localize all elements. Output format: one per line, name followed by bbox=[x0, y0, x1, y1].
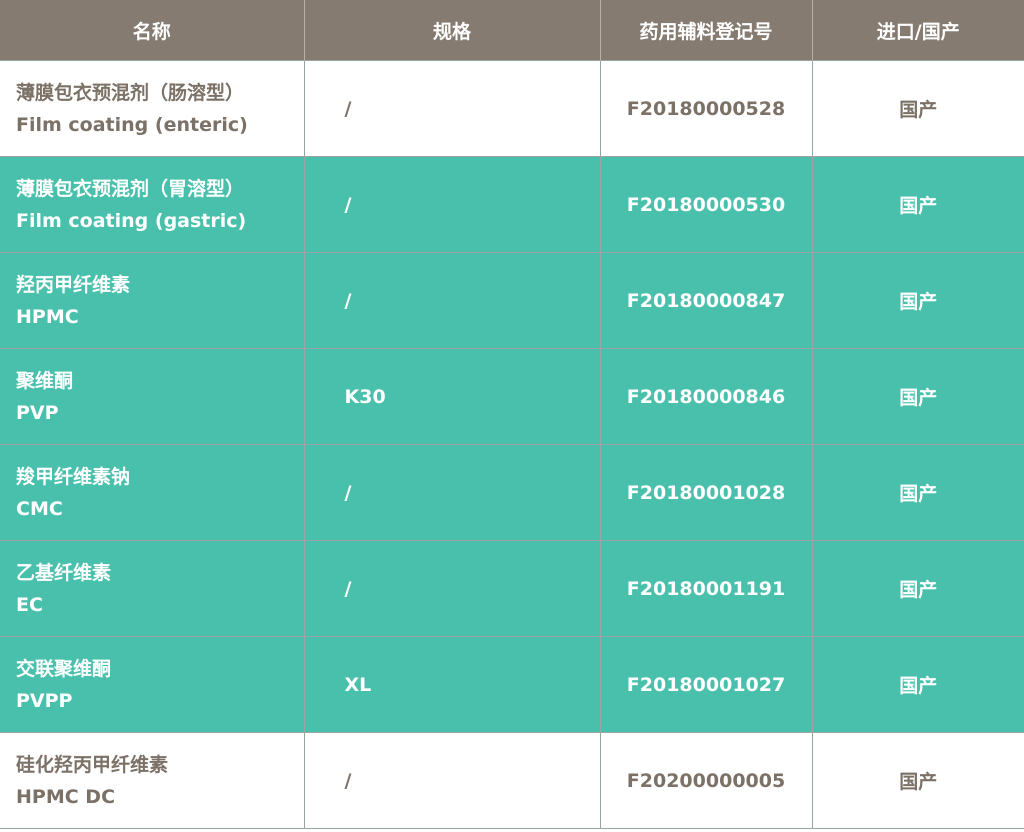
name-cell: 聚维酮 PVP bbox=[0, 348, 305, 445]
name-cell: 薄膜包衣预混剂（胃溶型） Film coating (gastric) bbox=[0, 156, 305, 253]
origin-cell: 国产 bbox=[812, 252, 1024, 349]
registration-cell: F20180000530 bbox=[600, 156, 813, 253]
header-name: 名称 bbox=[0, 0, 305, 61]
name-cn: 羧甲纤维素钠 bbox=[16, 465, 131, 488]
table-row: 聚维酮 PVP K30 F20180000846 国产 bbox=[0, 348, 1024, 445]
spec-cell: / bbox=[304, 156, 601, 253]
name-cn: 乙基纤维素 bbox=[16, 561, 112, 584]
spec-cell: / bbox=[304, 60, 601, 157]
registration-cell: F20180001028 bbox=[600, 444, 813, 541]
name-en: PVPP bbox=[16, 689, 73, 712]
name-cell: 硅化羟丙甲纤维素 HPMC DC bbox=[0, 732, 305, 829]
registration-cell: F20180000846 bbox=[600, 348, 813, 445]
name-cn: 羟丙甲纤维素 bbox=[16, 273, 131, 296]
header-registration: 药用辅料登记号 bbox=[600, 0, 813, 61]
name-en: Film coating (gastric) bbox=[16, 209, 247, 232]
name-en: EC bbox=[16, 593, 43, 616]
registration-cell: F20200000005 bbox=[600, 732, 813, 829]
origin-cell: 国产 bbox=[812, 732, 1024, 829]
name-en: HPMC DC bbox=[16, 785, 116, 808]
name-cell: 羧甲纤维素钠 CMC bbox=[0, 444, 305, 541]
name-en: Film coating (enteric) bbox=[16, 113, 248, 136]
name-en: PVP bbox=[16, 401, 59, 424]
table-header-row: 名称 规格 药用辅料登记号 进口/国产 bbox=[0, 0, 1024, 61]
name-cell: 交联聚维酮 PVPP bbox=[0, 636, 305, 733]
origin-cell: 国产 bbox=[812, 636, 1024, 733]
spec-cell: / bbox=[304, 540, 601, 637]
origin-cell: 国产 bbox=[812, 444, 1024, 541]
origin-cell: 国产 bbox=[812, 156, 1024, 253]
registration-cell: F20180000847 bbox=[600, 252, 813, 349]
table-row: 薄膜包衣预混剂（胃溶型） Film coating (gastric) / F2… bbox=[0, 156, 1024, 253]
name-en: HPMC bbox=[16, 305, 79, 328]
registration-cell: F20180001027 bbox=[600, 636, 813, 733]
registration-cell: F20180000528 bbox=[600, 60, 813, 157]
excipient-table: 名称 规格 药用辅料登记号 进口/国产 薄膜包衣预混剂（肠溶型） Film co… bbox=[0, 0, 1024, 829]
table-row: 羧甲纤维素钠 CMC / F20180001028 国产 bbox=[0, 444, 1024, 541]
origin-cell: 国产 bbox=[812, 348, 1024, 445]
name-cell: 薄膜包衣预混剂（肠溶型） Film coating (enteric) bbox=[0, 60, 305, 157]
spec-cell: / bbox=[304, 732, 601, 829]
table-row: 硅化羟丙甲纤维素 HPMC DC / F20200000005 国产 bbox=[0, 732, 1024, 829]
table-row: 乙基纤维素 EC / F20180001191 国产 bbox=[0, 540, 1024, 637]
name-cn: 硅化羟丙甲纤维素 bbox=[16, 753, 169, 776]
name-cn: 交联聚维酮 bbox=[16, 657, 112, 680]
table-row: 薄膜包衣预混剂（肠溶型） Film coating (enteric) / F2… bbox=[0, 60, 1024, 157]
spec-cell: K30 bbox=[304, 348, 601, 445]
name-cell: 羟丙甲纤维素 HPMC bbox=[0, 252, 305, 349]
spec-cell: XL bbox=[304, 636, 601, 733]
header-origin: 进口/国产 bbox=[812, 0, 1024, 61]
registration-cell: F20180001191 bbox=[600, 540, 813, 637]
origin-cell: 国产 bbox=[812, 60, 1024, 157]
table-row: 羟丙甲纤维素 HPMC / F20180000847 国产 bbox=[0, 252, 1024, 349]
spec-cell: / bbox=[304, 252, 601, 349]
name-en: CMC bbox=[16, 497, 63, 520]
spec-cell: / bbox=[304, 444, 601, 541]
origin-cell: 国产 bbox=[812, 540, 1024, 637]
header-spec: 规格 bbox=[304, 0, 601, 61]
name-cn: 薄膜包衣预混剂（胃溶型） bbox=[16, 177, 245, 200]
table-row: 交联聚维酮 PVPP XL F20180001027 国产 bbox=[0, 636, 1024, 733]
name-cell: 乙基纤维素 EC bbox=[0, 540, 305, 637]
name-cn: 聚维酮 bbox=[16, 369, 74, 392]
name-cn: 薄膜包衣预混剂（肠溶型） bbox=[16, 81, 245, 104]
